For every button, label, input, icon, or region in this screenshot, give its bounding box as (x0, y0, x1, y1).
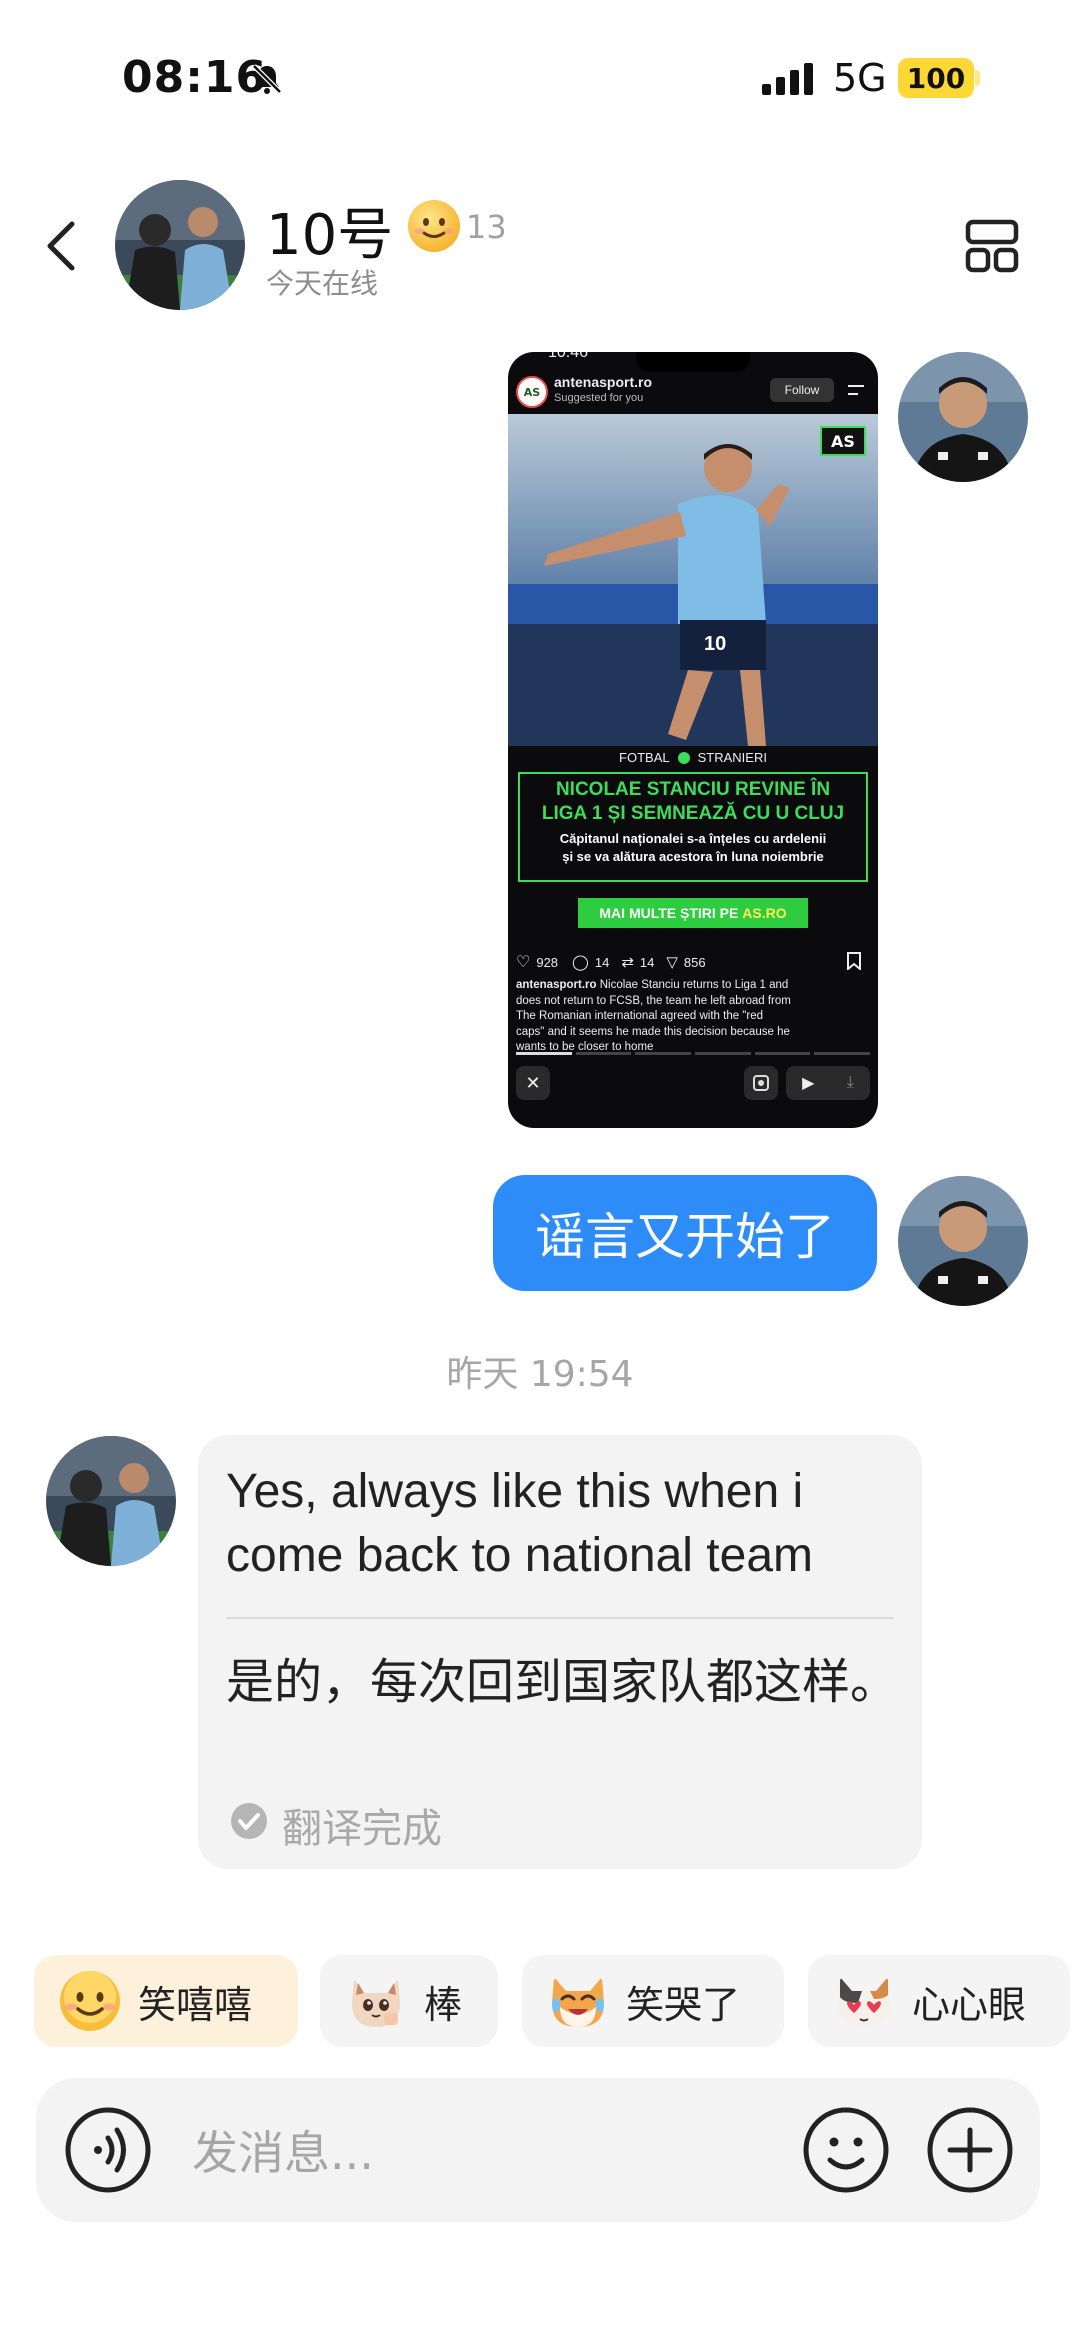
caption-line-1: Nicolae Stanciu returns to Liga 1 and (599, 979, 789, 991)
quick-reply-label: 心心眼 (912, 1982, 1027, 2027)
contact-avatar[interactable] (46, 1436, 176, 1566)
post-account: antenasport.ro (554, 374, 653, 390)
cta-site: AS.RO (742, 905, 787, 921)
quick-reply-great[interactable]: 棒 (320, 1955, 498, 2047)
received-message-text: Yes, always like this when i come back t… (226, 1465, 813, 1582)
smile-emoji-icon (408, 200, 460, 252)
cta-banner[interactable]: MAI MULTE ȘTIRI PE AS.RO (578, 898, 808, 928)
cat-thumbs-icon (352, 1979, 400, 2027)
cat-heart-eyes-icon (838, 1977, 890, 2027)
translation-divider (226, 1617, 894, 1619)
headline-line-2: LIGA 1 ȘI SEMNEAZĂ CU U CLUJ (541, 803, 845, 824)
smile-face-icon (60, 1971, 120, 2031)
message-input[interactable] (192, 2118, 752, 2188)
download-icon[interactable]: ⤓ (847, 1074, 854, 1092)
caption-account: antenasport.ro (516, 979, 597, 991)
check-circle-icon (231, 1803, 267, 1839)
close-icon[interactable]: ✕ (516, 1066, 550, 1100)
bookmark-icon[interactable] (846, 952, 862, 970)
reposts-count: 14 (639, 954, 655, 970)
translated-text: 是的，每次回到国家队都这样。 (226, 1654, 899, 1710)
category-right: STRANIERI (697, 750, 767, 765)
voice-input-icon[interactable] (62, 2104, 154, 2196)
quick-reply-heart-eyes[interactable]: 心心眼 (808, 1955, 1070, 2047)
message-timestamp: 昨天 19:54 (446, 1354, 634, 1395)
post-category: FOTBAL STRANIERI (508, 750, 878, 765)
cat-laugh-cry-icon (552, 1977, 604, 2027)
my-avatar[interactable] (898, 352, 1028, 482)
post-caption: antenasport.ro Nicolae Stanciu returns t… (516, 978, 872, 1056)
back-arrow-icon[interactable] (40, 218, 80, 274)
caption-line-3: The Romanian international agreed with t… (516, 1010, 764, 1022)
heart-icon[interactable]: ♡ (516, 952, 530, 972)
screenshot-icon[interactable] (744, 1066, 778, 1100)
soccer-ball-icon (677, 751, 690, 764)
contact-avatar-photo (46, 1436, 176, 1566)
jersey-number: 10 (704, 633, 726, 655)
engagement-row: ♡ 928 ◯ 14 ⇄ 14 ▽ 856 (516, 952, 706, 972)
contact-avatar[interactable] (115, 180, 245, 310)
contact-avatar-photo (115, 180, 245, 310)
menu-icon[interactable] (846, 382, 866, 398)
status-time: 08:16 (122, 52, 268, 103)
comments-count: 14 (594, 954, 610, 970)
my-avatar-photo (898, 1176, 1028, 1306)
network-type: 5G (833, 56, 887, 100)
caption-line-2: does not return to FCSB, the team he lef… (516, 994, 791, 1007)
account-logo: AS (516, 376, 548, 408)
quick-reply-label: 笑嘻嘻 (138, 1982, 253, 2027)
repost-icon[interactable]: ⇄ (621, 953, 634, 971)
quick-reply-label: 笑哭了 (626, 1982, 741, 2027)
phone-notch (636, 352, 750, 372)
subheadline-2: și se va alătura acestora în luna noiemb… (562, 849, 824, 864)
headline-line-1: NICOLAE STANCIU REVINE ÎN (555, 779, 831, 800)
play-icon[interactable]: ▶ (802, 1073, 814, 1093)
shares-count: 856 (683, 954, 706, 970)
follow-button[interactable]: Follow (770, 378, 834, 402)
my-avatar-photo (898, 352, 1028, 482)
headline-box: NICOLAE STANCIU REVINE ÎN LIGA 1 ȘI SEMN… (518, 772, 868, 882)
post-phone-time: 10:46 (548, 352, 589, 361)
quick-reply-smile[interactable]: 笑嘻嘻 (34, 1955, 298, 2047)
subheadline-1: Căpitanul naționalei s-a înțeles cu arde… (559, 831, 827, 846)
contact-name: 10号 (266, 203, 394, 268)
battery-tip (975, 70, 980, 86)
category-left: FOTBAL (619, 750, 670, 765)
signal-icon (762, 63, 813, 95)
my-avatar[interactable] (898, 1176, 1028, 1306)
comment-icon[interactable]: ◯ (572, 953, 589, 971)
bell-muted-icon (252, 64, 282, 94)
translation-status: 翻译完成 (282, 1806, 442, 1852)
post-suggested: Suggested for you (554, 392, 644, 404)
playback-controls[interactable]: ▶ ⤓ (786, 1066, 870, 1100)
emoji-picker-icon[interactable] (800, 2104, 892, 2196)
as-logo: AS (820, 426, 866, 456)
shared-post-image[interactable]: 10:46 AS antenasport.ro Suggested for yo… (508, 352, 878, 1128)
cta-prefix: MAI MULTE ȘTIRI PE (599, 905, 743, 921)
sent-message-bubble[interactable]: 谣言又开始了 (493, 1175, 877, 1291)
footballer-photo: 10 (508, 414, 878, 746)
likes-count: 928 (536, 954, 559, 970)
story-progress (516, 1052, 871, 1055)
send-icon[interactable]: ▽ (666, 953, 678, 971)
battery-indicator: 100 (898, 58, 974, 98)
online-status: 今天在线 (266, 267, 379, 300)
grid-menu-icon[interactable] (964, 218, 1020, 274)
quick-reply-laugh-cry[interactable]: 笑哭了 (522, 1955, 784, 2047)
quick-reply-label: 棒 (424, 1982, 463, 2027)
caption-line-4: caps" and it seems he made this decision… (516, 1025, 790, 1038)
plus-icon[interactable] (924, 2104, 1016, 2196)
intimacy-count: 13 (466, 208, 507, 246)
